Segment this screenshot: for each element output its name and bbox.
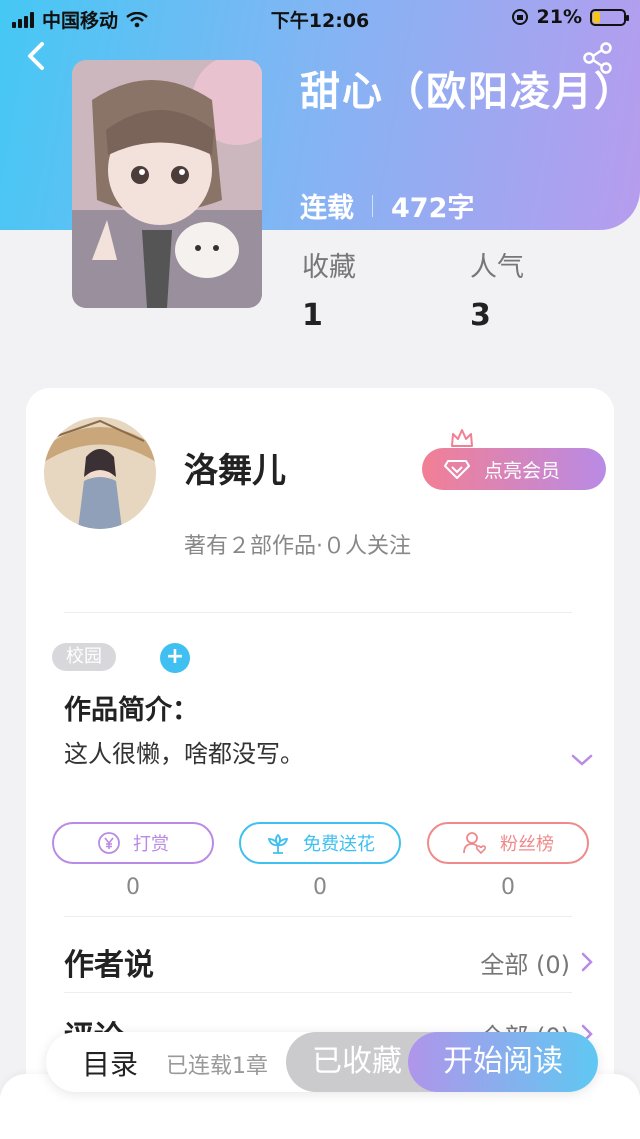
book-meta: 连载 472字 — [300, 186, 474, 225]
cover-illustration — [72, 60, 262, 308]
fan-rank-count: 0 — [501, 875, 515, 900]
diamond-icon — [444, 460, 470, 479]
tip-button[interactable]: 打赏 — [52, 822, 214, 864]
vip-label: 点亮会员 — [484, 459, 561, 482]
stat-favorites: 收藏 1 — [302, 245, 356, 333]
meta-divider — [372, 194, 373, 217]
author-says-more[interactable]: 全部 (0) — [480, 945, 594, 980]
stat-value: 1 — [302, 298, 323, 333]
stat-value: 3 — [470, 298, 491, 333]
divider — [64, 916, 572, 917]
avatar-illustration — [44, 417, 156, 529]
author-says-title: 作者说 — [64, 948, 154, 983]
intro-text: 这人很懒，啥都没写。 — [64, 740, 304, 768]
orientation-lock-icon — [511, 9, 528, 25]
chevron-down-icon[interactable] — [570, 752, 594, 768]
author-name[interactable]: 洛舞儿 — [184, 443, 286, 492]
author-says-row[interactable]: 作者说 全部 (0) — [64, 940, 594, 984]
chevron-right-icon — [581, 952, 593, 972]
word-count: 472字 — [391, 193, 475, 224]
tip-count: 0 — [126, 875, 140, 900]
toc-status: 已连载1章 — [166, 1054, 268, 1079]
stat-popularity: 人气 3 — [470, 245, 524, 333]
status-bar: 中国移动 下午12:06 21% — [0, 0, 640, 36]
send-flower-button[interactable]: 免费送花 — [239, 822, 401, 864]
fan-rank-icon — [463, 832, 487, 855]
stat-label: 收藏 — [302, 252, 356, 283]
book-cover[interactable] — [72, 60, 262, 308]
send-flower-label: 免费送花 — [303, 834, 375, 855]
author-avatar[interactable] — [44, 417, 156, 529]
fan-rank-label: 粉丝榜 — [500, 834, 554, 855]
flower-count: 0 — [313, 875, 327, 900]
toc-button[interactable]: 目录 — [82, 1043, 138, 1083]
tip-label: 打赏 — [133, 834, 169, 855]
battery-percent: 21% — [536, 6, 582, 28]
divider — [64, 992, 572, 993]
book-title: 甜心（欧阳凌月） — [300, 69, 636, 115]
flower-icon — [267, 833, 289, 854]
serial-status: 连载 — [300, 193, 354, 224]
start-reading-button[interactable]: 开始阅读 — [408, 1032, 598, 1092]
author-summary: 著有２部作品·０人关注 — [184, 534, 411, 559]
yen-coin-icon — [98, 832, 120, 854]
back-button[interactable] — [20, 38, 56, 74]
battery-icon — [590, 8, 629, 26]
intro-title: 作品简介： — [64, 695, 199, 726]
divider — [64, 612, 572, 613]
more-label: 全部 (0) — [480, 950, 570, 979]
vip-button[interactable]: 点亮会员 — [422, 448, 606, 490]
add-tag-button[interactable]: + — [160, 643, 190, 673]
crown-icon — [451, 429, 473, 447]
stat-label: 人气 — [470, 252, 524, 283]
fan-rank-button[interactable]: 粉丝榜 — [427, 822, 589, 864]
genre-tag[interactable]: 校园 — [52, 643, 116, 671]
